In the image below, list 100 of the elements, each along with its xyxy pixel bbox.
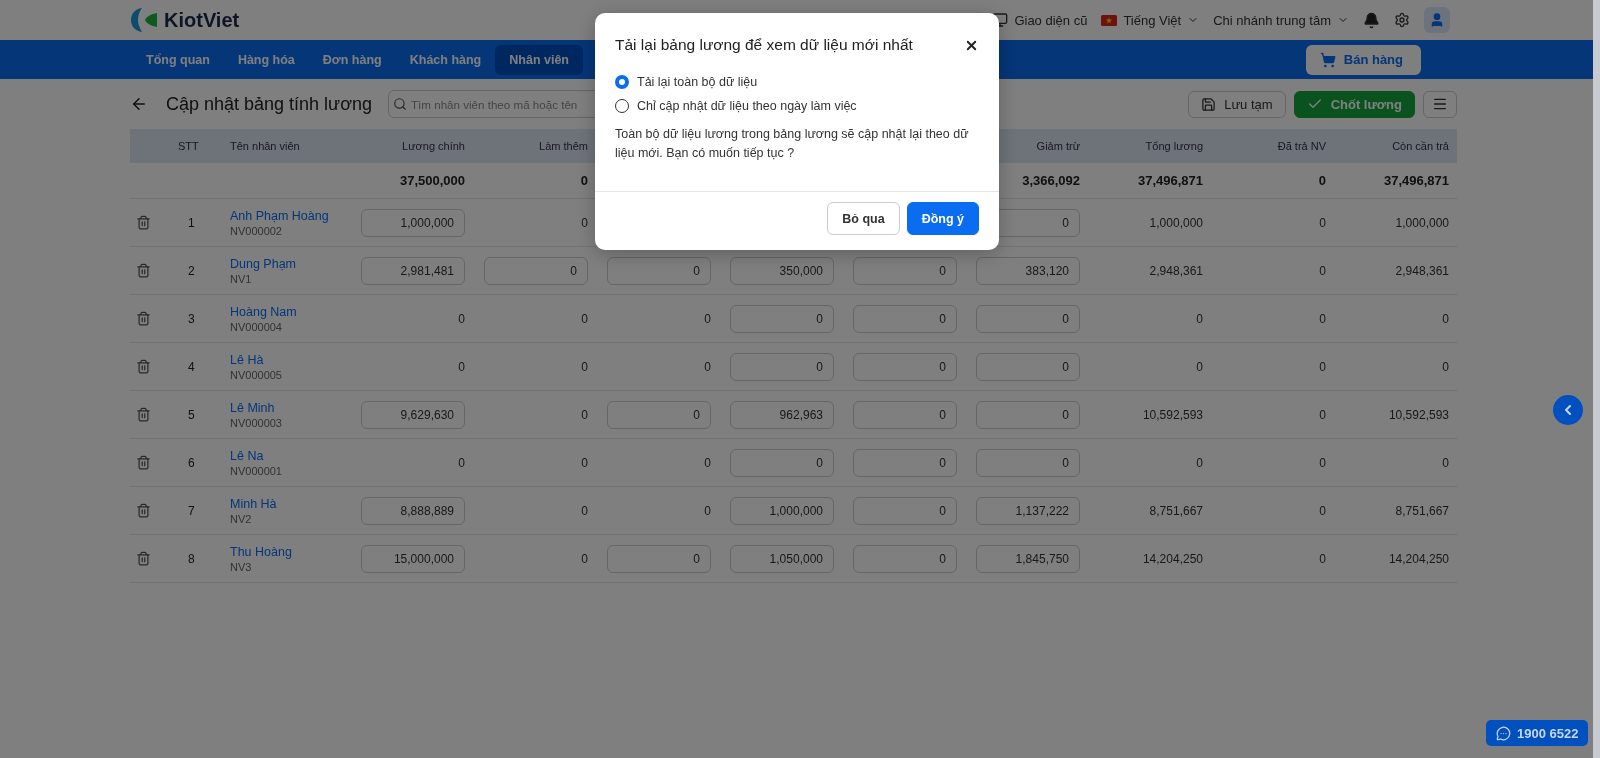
amount-field[interactable]: 0 (853, 400, 957, 429)
trash-icon[interactable] (136, 551, 151, 566)
employee-code: NV2 (230, 512, 253, 525)
amount-field[interactable]: 0 (976, 448, 1080, 477)
amount-field[interactable]: 1,050,000 (730, 544, 834, 573)
nav-tab[interactable]: Hàng hóa (223, 44, 309, 75)
amount-field[interactable]: 0 (607, 544, 711, 573)
amount-field[interactable]: 962,963 (730, 400, 834, 429)
collapse-button[interactable] (1553, 395, 1583, 425)
amount-field[interactable]: 0 (484, 256, 588, 285)
amount-field[interactable]: 0 (607, 256, 711, 285)
employee-link[interactable]: Lê Hà (230, 352, 342, 367)
column-header: Còn cần trả (1391, 140, 1449, 152)
amount-field[interactable]: 0 (976, 400, 1080, 429)
trash-icon[interactable] (136, 263, 151, 278)
table-cell-text: 0 (1195, 455, 1203, 470)
table-cell-text: 2,948,361 (1148, 263, 1203, 278)
cart-icon (1319, 51, 1336, 68)
branch-select[interactable]: Chi nhánh trung tâm (1213, 12, 1331, 28)
amount-field[interactable]: 383,120 (976, 256, 1080, 285)
amount-field[interactable]: 1,000,000 (361, 208, 465, 237)
table-cell-text: 0 (580, 311, 588, 326)
amount-field[interactable]: 0 (730, 352, 834, 381)
employee-link[interactable]: Anh Phạm Hoàng (230, 208, 342, 223)
table-cell-text: 10,592,593 (1141, 407, 1203, 422)
finalize-button[interactable]: Chốt lương (1293, 90, 1415, 118)
employee-link[interactable]: Thu Hoàng (230, 544, 342, 559)
amount-field[interactable]: 15,000,000 (361, 544, 465, 573)
amount-field[interactable]: 2,981,481 (361, 256, 465, 285)
settings-icon[interactable] (1394, 12, 1410, 28)
employee-code: NV000003 (230, 416, 283, 429)
trash-icon[interactable] (136, 503, 151, 518)
employee-code: NV000001 (230, 464, 283, 477)
amount-field[interactable]: 1,000,000 (730, 496, 834, 525)
nav-tab[interactable]: Tổng quan (132, 44, 224, 75)
amount-field[interactable]: 1,137,222 (976, 496, 1080, 525)
hotline-button[interactable]: 1900 6522 (1486, 720, 1589, 746)
amount-field[interactable]: 0 (976, 352, 1080, 381)
sell-button[interactable]: Bán hàng (1305, 44, 1421, 75)
total-cell-text: 3,366,092 (1021, 173, 1080, 188)
back-icon[interactable] (130, 95, 148, 113)
employee-link[interactable]: Minh Hà (230, 496, 342, 511)
nav-tab[interactable]: Đơn hàng (308, 44, 396, 75)
search-icon (393, 97, 407, 111)
employee-code: NV1 (230, 272, 253, 285)
trash-icon[interactable] (136, 311, 151, 326)
trash-icon[interactable] (136, 359, 151, 374)
user-avatar[interactable] (1424, 7, 1450, 33)
amount-field[interactable]: 9,629,630 (361, 400, 465, 429)
row-number: 6 (187, 455, 196, 470)
amount-field[interactable]: 0 (976, 304, 1080, 333)
total-cell-text: 37,496,871 (1382, 173, 1449, 188)
nav-tab[interactable]: Nhân viên (495, 44, 583, 75)
amount-field[interactable]: 0 (853, 304, 957, 333)
amount-field[interactable]: 0 (730, 304, 834, 333)
cancel-button[interactable]: Bỏ qua (827, 202, 900, 235)
table-cell-text: 0 (1318, 455, 1326, 470)
employee-link[interactable]: Lê Na (230, 448, 342, 463)
bell-icon[interactable] (1363, 11, 1380, 29)
nav-tab[interactable]: Khách hàng (395, 44, 496, 75)
language-select[interactable]: Tiếng Việt (1123, 12, 1182, 28)
option-label: Tải lại toàn bộ dữ liệu (637, 75, 758, 89)
table-cell-text: 14,204,250 (1387, 551, 1449, 566)
table-cell-text: 0 (1318, 551, 1326, 566)
table-cell-text: 0 (1318, 359, 1326, 374)
table-cell-text: 0 (457, 359, 465, 374)
table-cell-text: 0 (1318, 407, 1326, 422)
amount-field[interactable]: 0 (853, 448, 957, 477)
amount-field[interactable]: 0 (853, 544, 957, 573)
radio-button[interactable] (615, 75, 629, 89)
trash-icon[interactable] (136, 455, 151, 470)
table-cell-text: 0 (1441, 359, 1449, 374)
trash-icon[interactable] (136, 407, 151, 422)
employee-code: NV3 (230, 560, 253, 573)
confirm-button[interactable]: Đồng ý (906, 202, 979, 235)
amount-field[interactable]: 0 (730, 448, 834, 477)
table-cell-text: 0 (1318, 215, 1326, 230)
trash-icon[interactable] (136, 215, 151, 230)
employee-link[interactable]: Dung Phạm (230, 256, 342, 271)
logo-text: KiotViet (164, 8, 240, 32)
amount-field[interactable]: 8,888,889 (361, 496, 465, 525)
amount-field[interactable]: 0 (853, 352, 957, 381)
employee-link[interactable]: Hoàng Nam (230, 304, 342, 319)
save-icon (1201, 96, 1217, 112)
amount-field[interactable]: 350,000 (730, 256, 834, 285)
old-ui-link[interactable]: Giao diện cũ (1014, 12, 1088, 28)
flag-icon (1101, 14, 1118, 26)
row-number: 4 (187, 359, 196, 374)
table-cell-text: 0 (457, 455, 465, 470)
menu-button[interactable] (1423, 90, 1457, 118)
row-number: 5 (187, 407, 196, 422)
table-cell-text: 0 (1318, 503, 1326, 518)
save-button[interactable]: Lưu tạm (1188, 90, 1286, 118)
amount-field[interactable]: 0 (607, 400, 711, 429)
employee-link[interactable]: Lê Minh (230, 400, 342, 415)
amount-field[interactable]: 0 (853, 496, 957, 525)
radio-button[interactable] (615, 99, 629, 113)
row-number: 1 (187, 215, 196, 230)
amount-field[interactable]: 1,845,750 (976, 544, 1080, 573)
amount-field[interactable]: 0 (853, 256, 957, 285)
